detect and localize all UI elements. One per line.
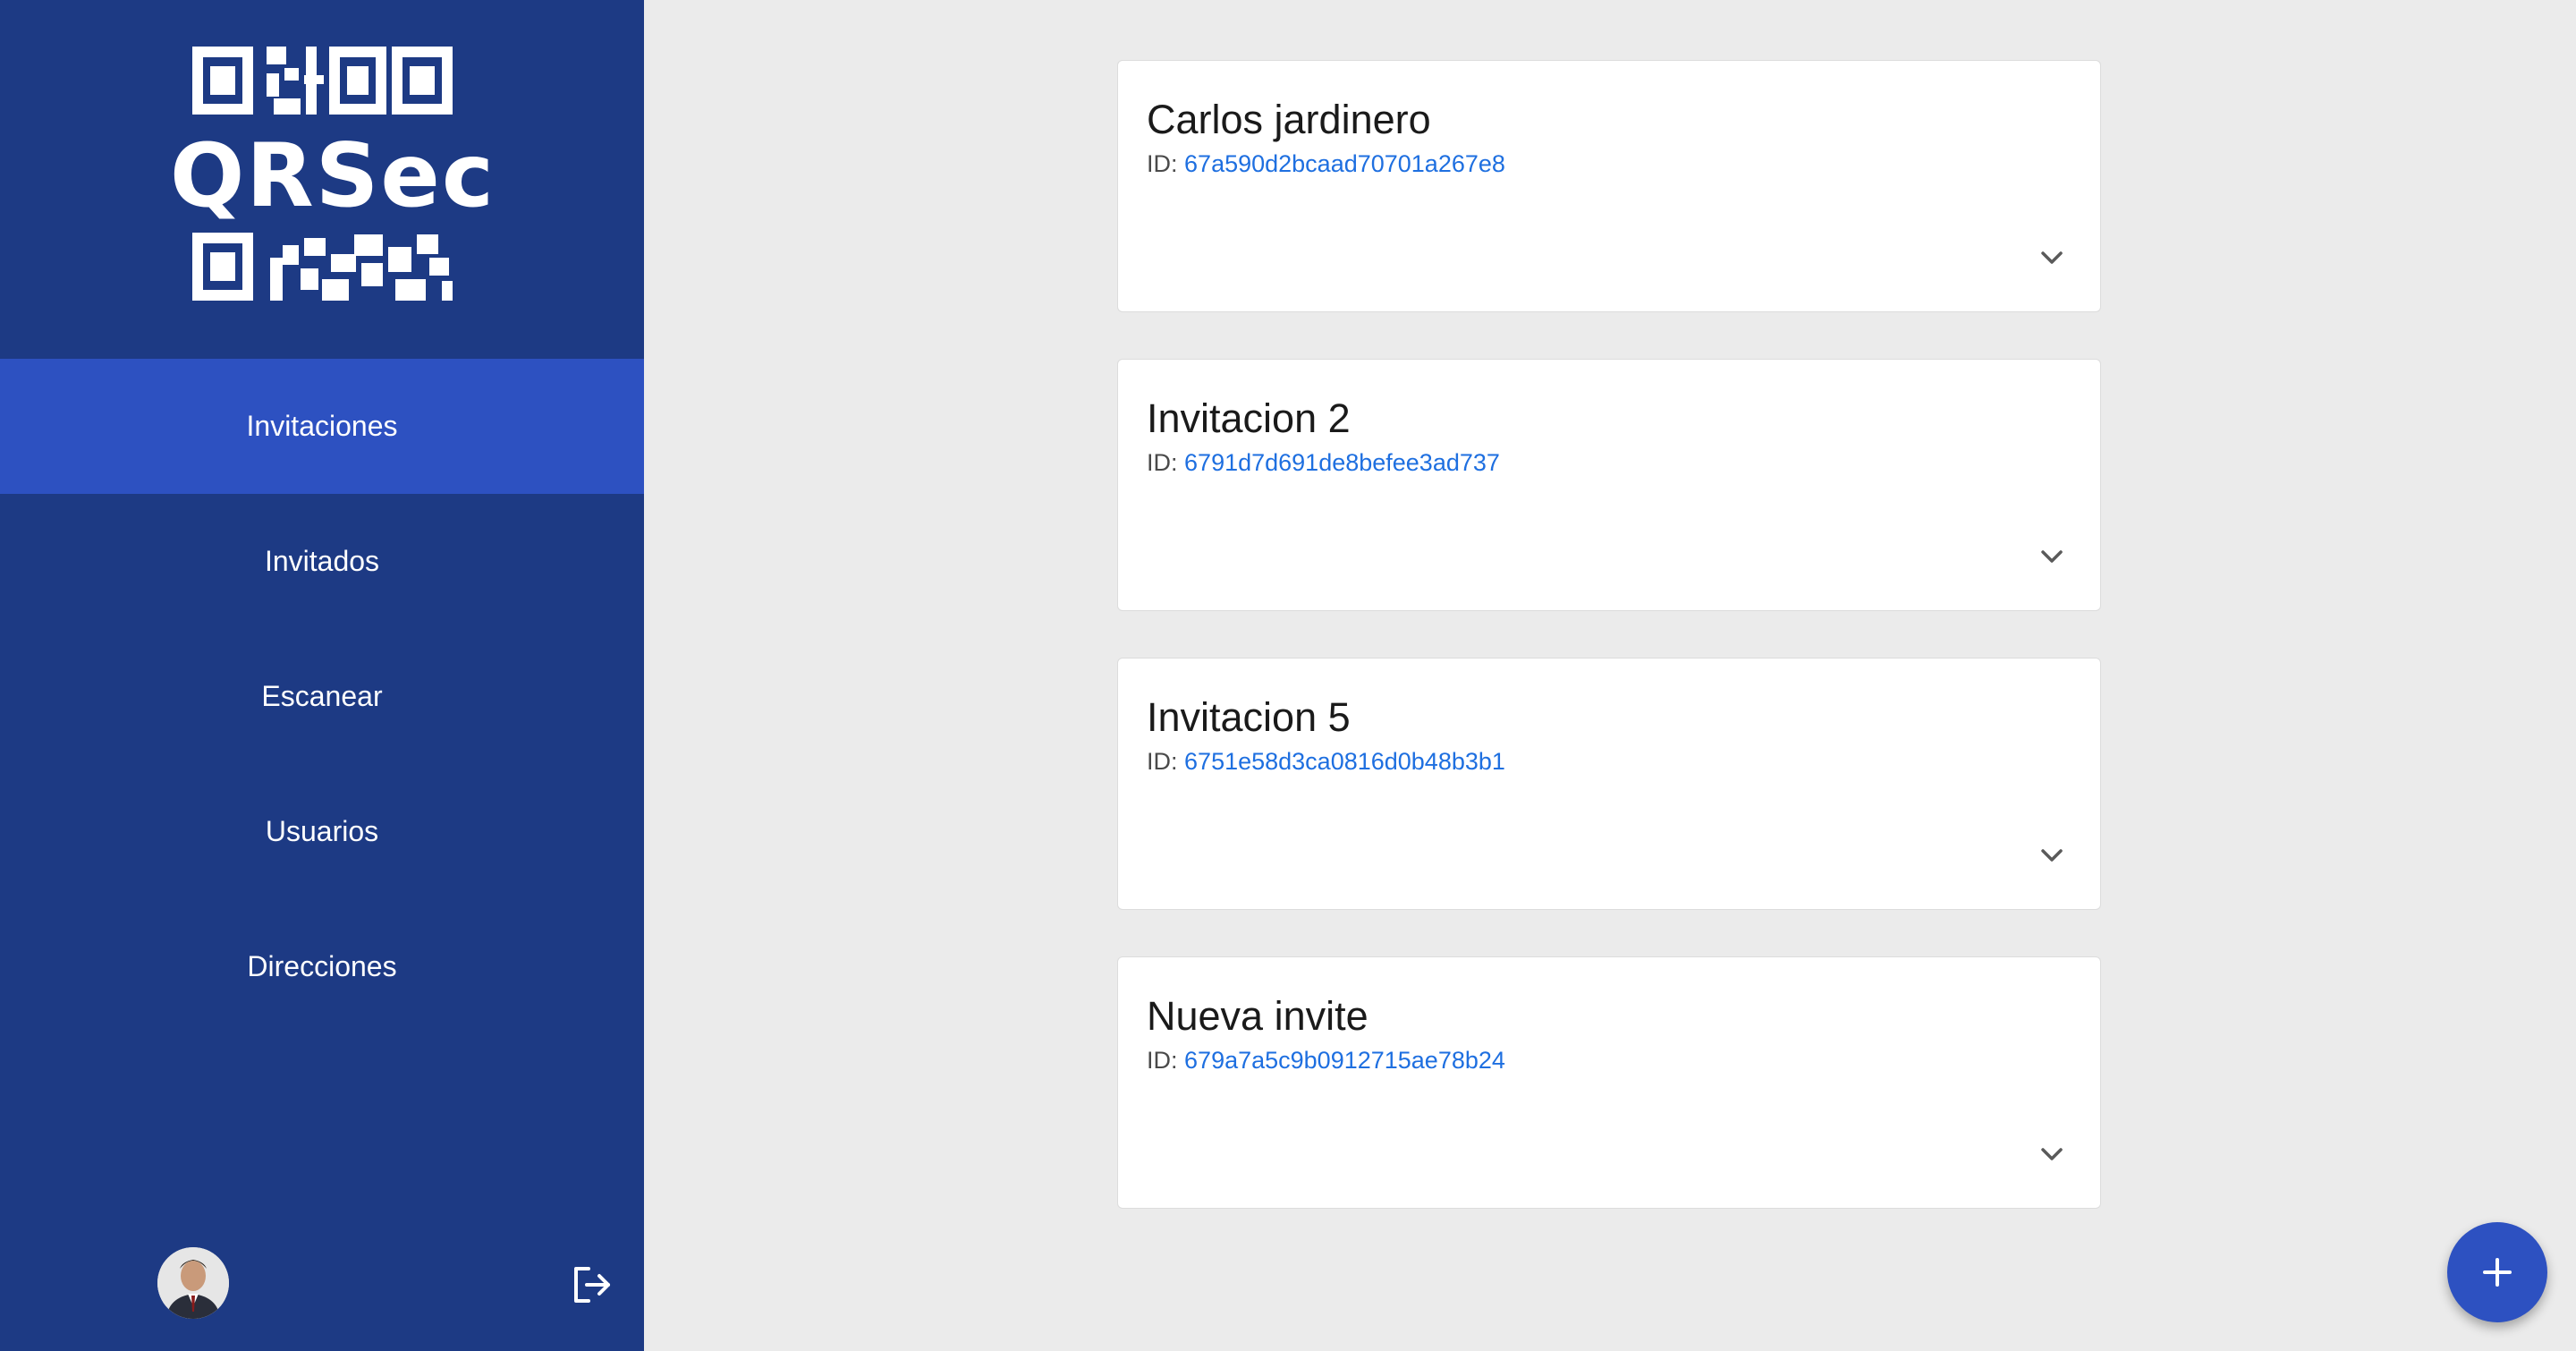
- id-value: 679a7a5c9b0912715ae78b24: [1184, 1047, 1505, 1074]
- sidebar-item-escanear[interactable]: Escanear: [0, 629, 644, 764]
- chevron-down-icon[interactable]: [2039, 846, 2064, 864]
- id-label: ID:: [1147, 449, 1178, 476]
- sidebar-nav: Invitaciones Invitados Escanear Usuarios…: [0, 359, 644, 1034]
- invitation-title: Nueva invite: [1147, 993, 1368, 1039]
- plus-icon: [2483, 1258, 2512, 1287]
- chevron-down-icon[interactable]: [2039, 249, 2064, 267]
- invitation-card[interactable]: Carlos jardinero ID: 67a590d2bcaad70701a…: [1117, 60, 2101, 312]
- invitation-title: Carlos jardinero: [1147, 97, 1431, 142]
- logout-icon[interactable]: [569, 1262, 615, 1308]
- logo-text: QRSec: [170, 125, 496, 227]
- sidebar: QRSec Invitaciones Invitados Escanear Us…: [0, 0, 644, 1351]
- user-avatar-icon: [157, 1247, 229, 1319]
- qrsec-logo: QRSec: [170, 43, 496, 304]
- invitation-card[interactable]: Invitacion 5 ID: 6751e58d3ca0816d0b48b3b…: [1117, 658, 2101, 910]
- id-label: ID:: [1147, 150, 1178, 177]
- chevron-down-icon[interactable]: [2039, 1145, 2064, 1163]
- chevron-down-icon[interactable]: [2039, 548, 2064, 565]
- invitation-id: ID: 679a7a5c9b0912715ae78b24: [1147, 1047, 1505, 1075]
- sidebar-item-direcciones[interactable]: Direcciones: [0, 899, 644, 1034]
- id-value: 6791d7d691de8befee3ad737: [1184, 449, 1500, 476]
- id-value: 67a590d2bcaad70701a267e8: [1184, 150, 1505, 177]
- main-content: Carlos jardinero ID: 67a590d2bcaad70701a…: [644, 0, 2576, 1351]
- add-invitation-button[interactable]: [2447, 1222, 2547, 1322]
- invitation-card[interactable]: Invitacion 2 ID: 6791d7d691de8befee3ad73…: [1117, 359, 2101, 611]
- id-label: ID:: [1147, 1047, 1178, 1074]
- id-value: 6751e58d3ca0816d0b48b3b1: [1184, 748, 1505, 775]
- invitation-id: ID: 6791d7d691de8befee3ad737: [1147, 449, 1500, 477]
- invitation-title: Invitacion 2: [1147, 395, 1351, 441]
- invitation-id: ID: 6751e58d3ca0816d0b48b3b1: [1147, 748, 1505, 776]
- invitation-card[interactable]: Nueva invite ID: 679a7a5c9b0912715ae78b2…: [1117, 956, 2101, 1209]
- avatar[interactable]: [157, 1247, 229, 1319]
- invitation-title: Invitacion 5: [1147, 694, 1351, 740]
- invitation-id: ID: 67a590d2bcaad70701a267e8: [1147, 150, 1505, 178]
- sidebar-item-invitaciones[interactable]: Invitaciones: [0, 359, 644, 494]
- id-label: ID:: [1147, 748, 1178, 775]
- sidebar-item-invitados[interactable]: Invitados: [0, 494, 644, 629]
- sidebar-item-usuarios[interactable]: Usuarios: [0, 764, 644, 899]
